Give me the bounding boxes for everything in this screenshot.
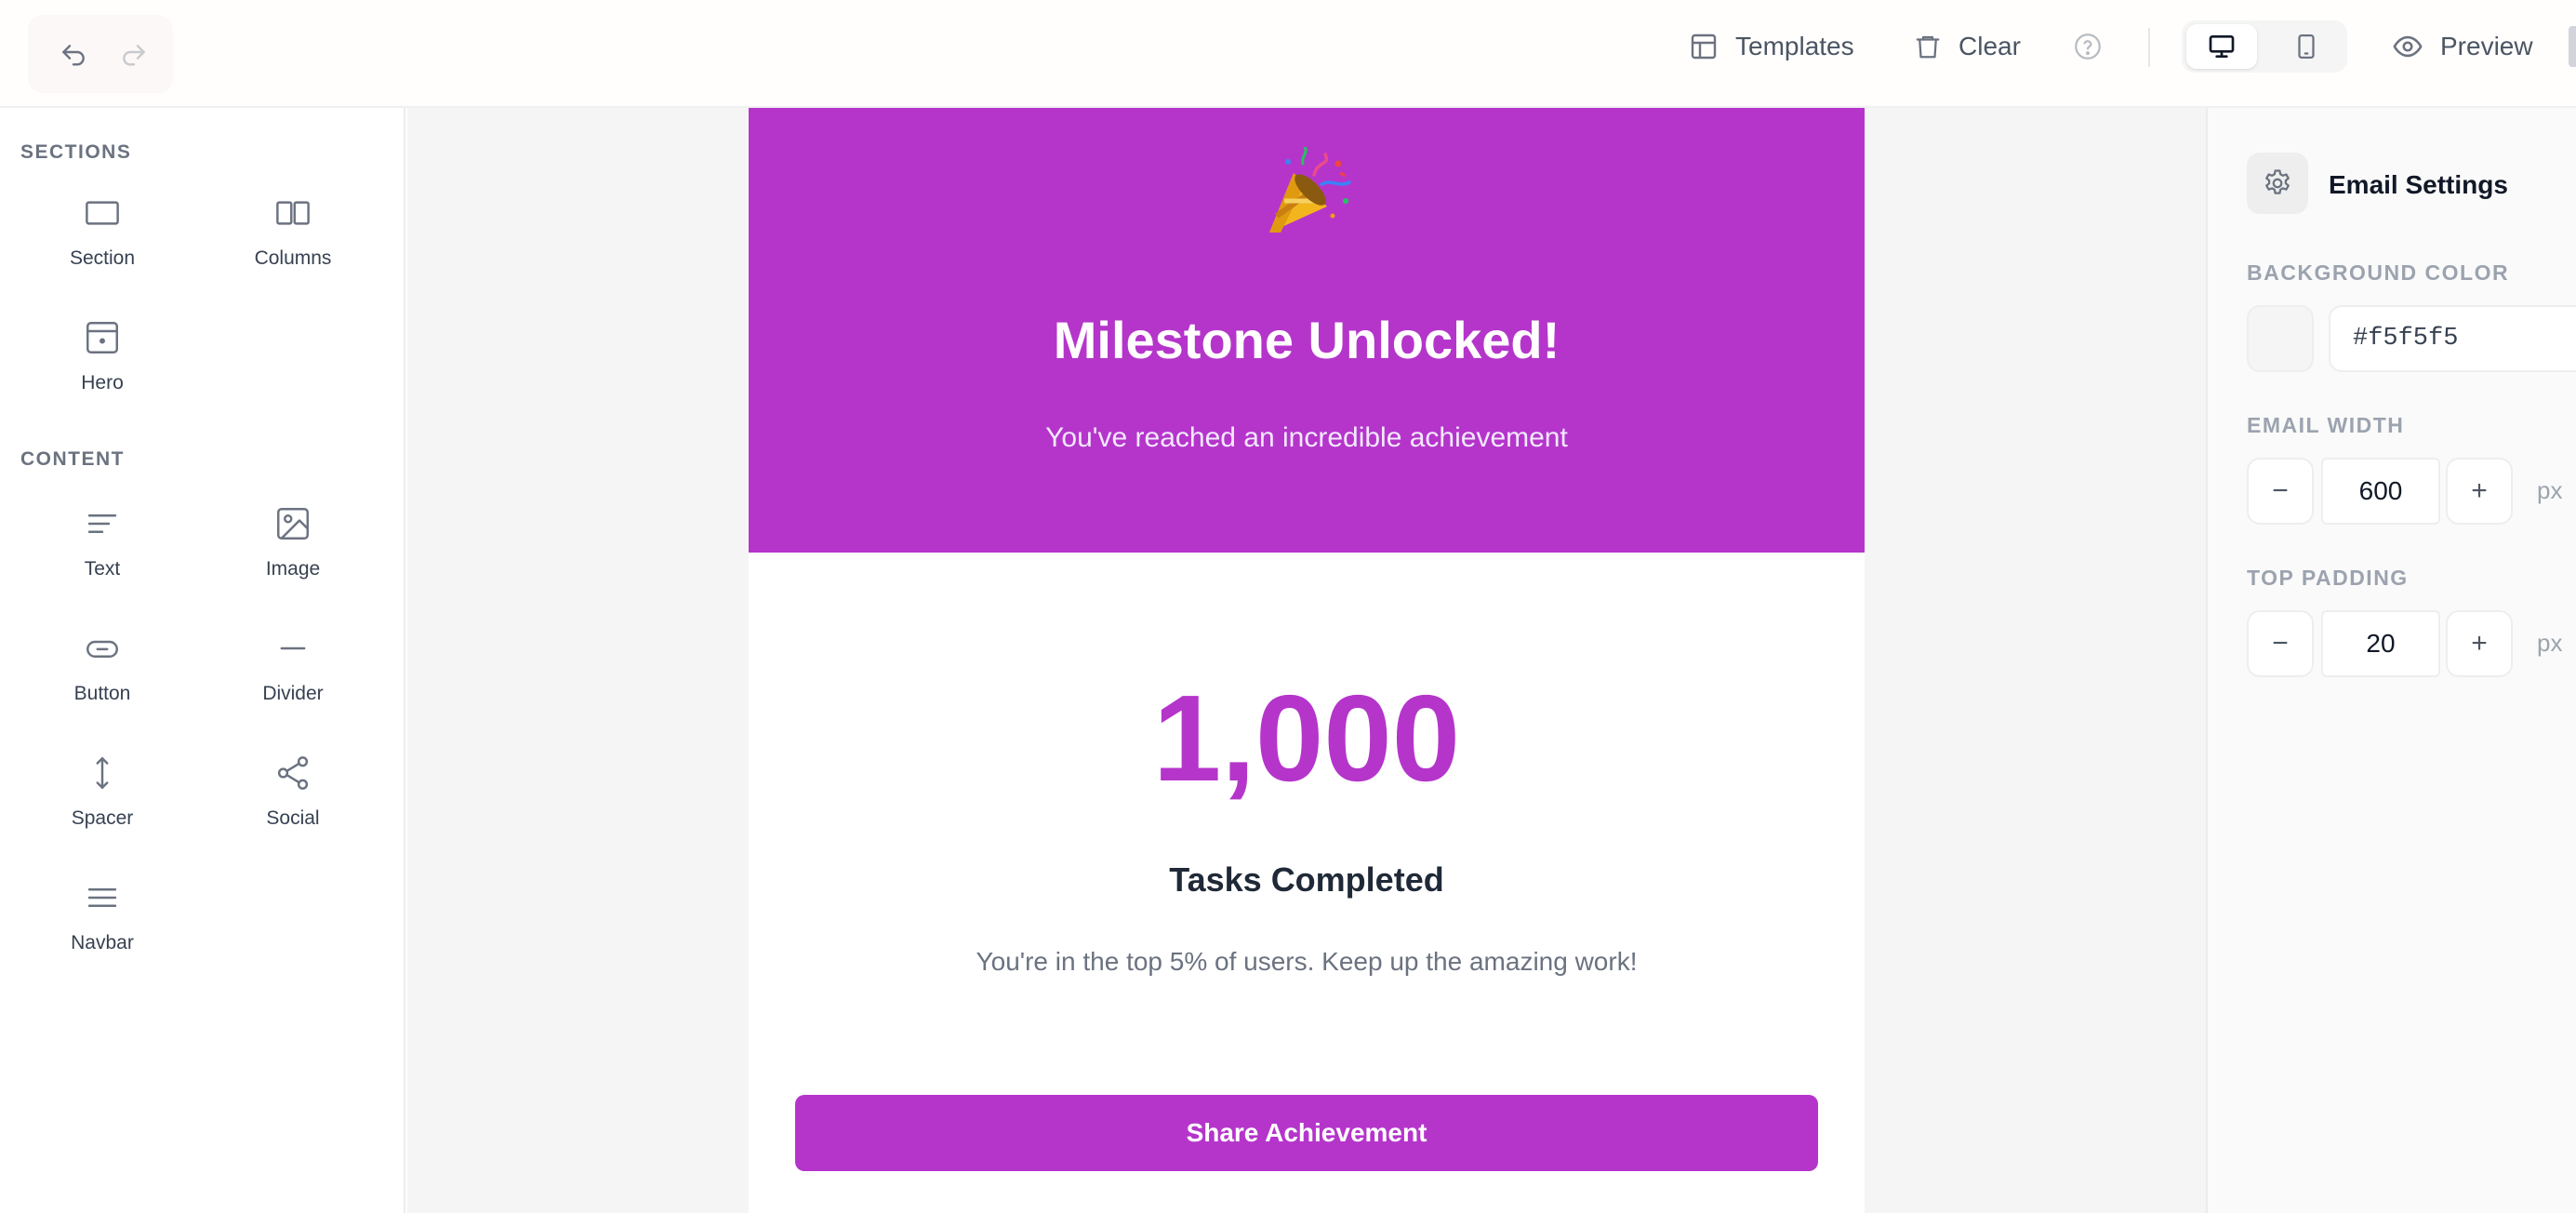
share-achievement-button[interactable]: Share Achievement [795, 1095, 1818, 1171]
content-heading: CONTENT [20, 448, 125, 470]
undo-icon [62, 45, 85, 66]
spacer-icon [96, 757, 109, 789]
trash-icon [1916, 35, 1940, 59]
settings-title: Email Settings [2329, 170, 2508, 199]
email-canvas: Milestone Unlocked! You've reached an in… [407, 108, 2206, 1213]
history-controls [28, 15, 173, 93]
top-padding-decrement-button[interactable]: − [2247, 610, 2314, 677]
text-icon [87, 514, 117, 533]
email-width-value[interactable]: 600 [2321, 458, 2440, 525]
blocks-sidebar: SECTIONS Section Columns Hero CONTENT Te… [0, 108, 405, 1213]
block-social[interactable]: Social [200, 753, 386, 846]
stat-description: You're in the top 5% of users. Keep up t… [976, 947, 1638, 976]
settings-panel: Email Settings BACKGROUND COLOR EMAIL WI… [2206, 108, 2576, 1213]
sections-heading: SECTIONS [20, 141, 132, 163]
clear-label: Clear [1959, 32, 2021, 60]
navbar-icon [87, 888, 117, 907]
panel-edge-tab[interactable] [2569, 26, 2576, 67]
desktop-icon [2209, 34, 2235, 58]
block-label: Social [266, 807, 320, 829]
help-icon [2075, 33, 2101, 60]
block-divider[interactable]: Divider [200, 629, 386, 722]
top-padding-unit: px [2537, 629, 2563, 657]
block-spacer[interactable]: Spacer [9, 753, 195, 846]
redo-icon [123, 45, 145, 66]
block-label: Columns [254, 247, 332, 269]
desktop-view-button[interactable] [2186, 24, 2257, 69]
block-text[interactable]: Text [9, 504, 195, 597]
top-toolbar: Templates Clear Preview [0, 0, 2576, 108]
background-color-swatch[interactable] [2247, 305, 2314, 372]
email-width-decrement-button[interactable]: − [2247, 458, 2314, 525]
gear-icon [2265, 169, 2290, 194]
block-label: Navbar [71, 932, 134, 953]
block-navbar[interactable]: Navbar [9, 878, 195, 971]
email-body: Milestone Unlocked! You've reached an in… [749, 108, 1865, 1213]
email-width-unit: px [2537, 476, 2563, 504]
templates-icon [1691, 33, 1717, 60]
redo-button[interactable] [119, 41, 149, 71]
templates-label: Templates [1735, 32, 1854, 60]
preview-label: Preview [2440, 32, 2533, 60]
hero-subtitle: You've reached an incredible achievement [1045, 422, 1568, 453]
divider-icon [280, 646, 306, 650]
block-image[interactable]: Image [200, 504, 386, 597]
eye-icon [2393, 35, 2423, 58]
social-icon [277, 756, 309, 790]
stat-number: 1,000 [1152, 670, 1461, 806]
undo-button[interactable] [59, 41, 88, 71]
device-toggle [2182, 20, 2347, 73]
email-width-label: EMAIL WIDTH [2247, 413, 2405, 437]
background-color-label: BACKGROUND COLOR [2247, 260, 2510, 285]
hero-icon [86, 322, 118, 353]
settings-icon-box [2247, 153, 2308, 214]
templates-button[interactable]: Templates [1689, 24, 1854, 69]
stat-label: Tasks Completed [1169, 860, 1444, 899]
toolbar-divider [2148, 28, 2150, 67]
block-label: Image [265, 558, 321, 580]
preview-button[interactable]: Preview [2392, 24, 2533, 69]
top-padding-increment-button[interactable]: + [2446, 610, 2513, 677]
block-columns[interactable]: Columns [200, 193, 386, 287]
block-label: Button [73, 683, 131, 704]
image-icon [277, 508, 309, 540]
hero-title: Milestone Unlocked! [1053, 311, 1560, 369]
top-padding-value[interactable]: 20 [2321, 610, 2440, 677]
background-color-input[interactable] [2329, 305, 2576, 372]
email-width-increment-button[interactable]: + [2446, 458, 2513, 525]
party-popper-icon [1269, 147, 1351, 233]
help-button[interactable] [2072, 24, 2104, 69]
mobile-icon [2298, 34, 2315, 59]
block-label: Section [69, 247, 136, 269]
clear-button[interactable]: Clear [1914, 24, 2021, 69]
block-hero[interactable]: Hero [9, 318, 195, 411]
columns-icon [276, 201, 310, 225]
block-section[interactable]: Section [9, 193, 195, 287]
block-label: Hero [81, 372, 124, 393]
hero-block[interactable]: Milestone Unlocked! You've reached an in… [749, 108, 1865, 553]
block-button[interactable]: Button [9, 629, 195, 722]
block-label: Divider [262, 683, 324, 704]
button-icon [86, 640, 118, 658]
section-icon [86, 201, 119, 225]
top-padding-label: TOP PADDING [2247, 566, 2409, 590]
block-label: Text [84, 558, 121, 580]
mobile-view-button[interactable] [2271, 24, 2342, 69]
block-label: Spacer [71, 807, 134, 829]
